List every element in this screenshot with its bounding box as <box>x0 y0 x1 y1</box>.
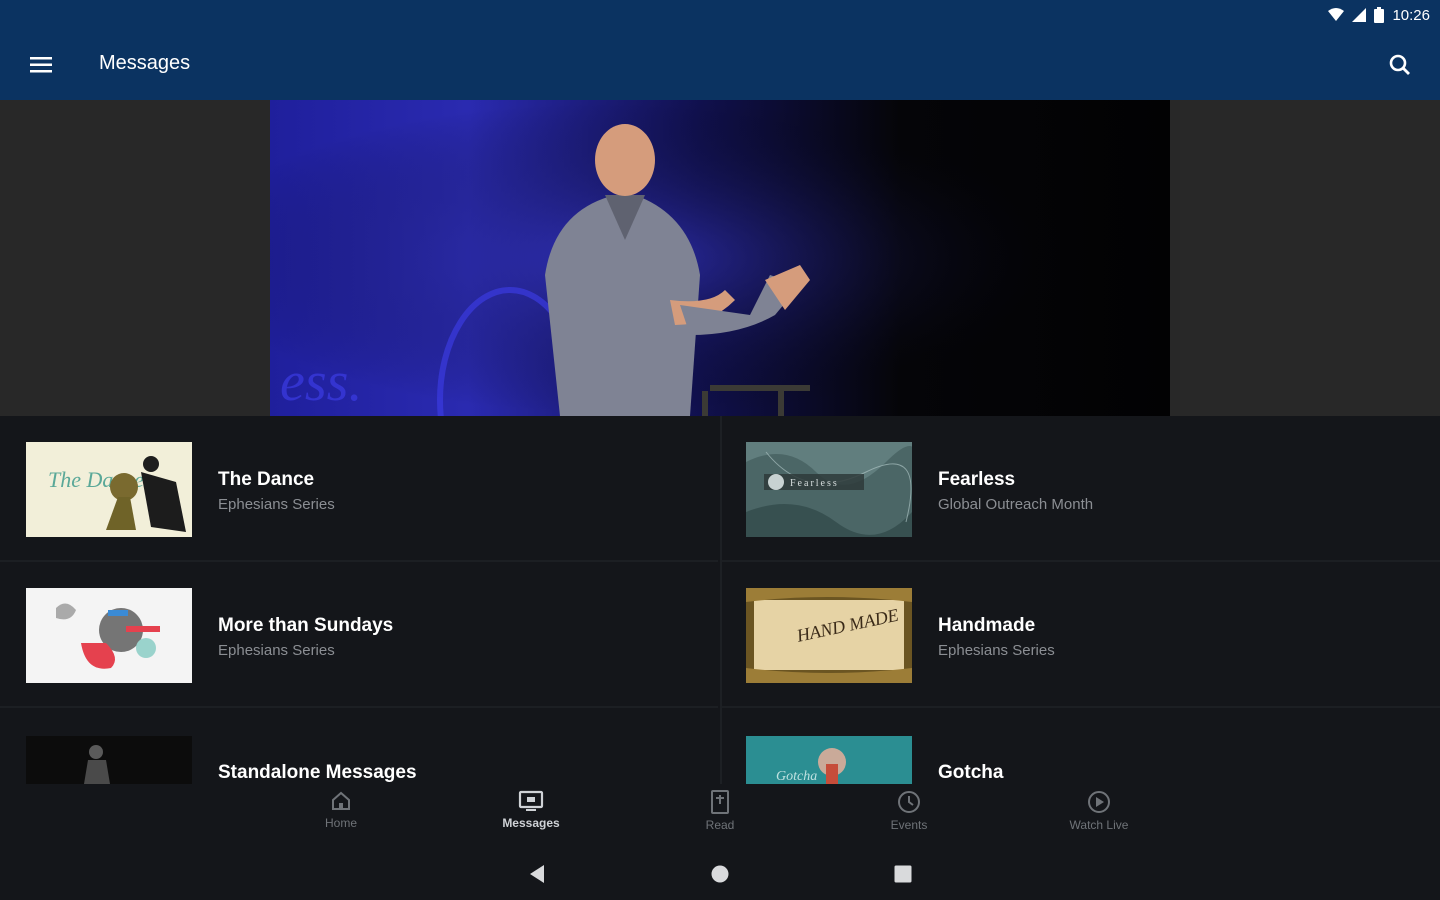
nav-label: Events <box>890 818 928 832</box>
item-subtitle: Ephesians Series <box>218 642 335 659</box>
item-title: Gotcha <box>938 762 1004 783</box>
item-subtitle: Global Outreach Month <box>938 496 1094 513</box>
thumb-logo-text: Gotcha <box>776 769 817 784</box>
recents-icon[interactable] <box>894 865 912 883</box>
nav-label: Watch Live <box>1069 818 1129 832</box>
status-bar: 10:26 <box>0 0 1440 30</box>
list-item[interactable]: Fearless Fearless Global Outreach Month <box>722 416 1440 562</box>
nav-messages[interactable]: Messages <box>471 790 591 830</box>
item-title: Fearless <box>938 469 1016 490</box>
app-bar: Messages <box>0 30 1440 100</box>
nav-home[interactable]: Home <box>281 790 401 830</box>
nav-read[interactable]: Read <box>660 790 780 832</box>
hero-image[interactable]: ess. <box>270 100 1170 416</box>
list-item[interactable]: HAND MADE Handmade Ephesians Series <box>722 562 1440 708</box>
search-button[interactable] <box>1384 50 1416 80</box>
series-thumbnail <box>26 588 192 683</box>
battery-icon <box>1374 7 1385 23</box>
item-title: More than Sundays <box>218 615 394 636</box>
item-subtitle: Ephesians Series <box>218 496 335 513</box>
home-icon <box>332 791 350 810</box>
list-item[interactable]: The Dance The Dance Ephesians Series <box>0 416 718 562</box>
hero-section: ess. <box>0 100 1440 416</box>
item-title: Handmade <box>938 615 1036 636</box>
nav-label: Messages <box>502 816 560 830</box>
series-thumbnail: Fearless <box>746 442 912 537</box>
tv-icon <box>518 790 544 811</box>
bible-icon <box>711 790 729 814</box>
item-title: Standalone Messages <box>218 762 417 783</box>
play-circle-icon <box>1088 791 1110 813</box>
menu-button[interactable] <box>26 50 56 80</box>
bottom-navigation: Home Messages Read Events Watch Live <box>0 784 1440 840</box>
back-icon[interactable] <box>528 864 546 884</box>
series-thumbnail: The Dance <box>26 442 192 537</box>
item-title: The Dance <box>218 469 315 490</box>
nav-label: Read <box>705 818 735 832</box>
nav-label: Home <box>324 816 357 830</box>
nav-events[interactable]: Events <box>849 790 969 832</box>
list-item[interactable]: Gotcha Gotcha <box>722 708 1440 784</box>
messages-list: The Dance The Dance Ephesians Series Fea… <box>0 416 1440 784</box>
system-navigation-bar <box>0 840 1440 900</box>
series-thumbnail <box>26 736 192 784</box>
series-thumbnail: HAND MADE <box>746 588 912 683</box>
series-thumbnail: Gotcha <box>746 736 912 784</box>
nav-watch-live[interactable]: Watch Live <box>1039 790 1159 832</box>
list-item[interactable]: Standalone Messages <box>0 708 718 784</box>
page-title: Messages <box>99 52 191 74</box>
clock-icon <box>898 791 920 813</box>
hamburger-icon <box>30 57 52 73</box>
svg-text:ess.: ess. <box>280 351 362 413</box>
home-circle-icon[interactable] <box>711 865 729 883</box>
search-icon <box>1389 54 1410 75</box>
cell-signal-icon <box>1352 8 1367 22</box>
thumb-logo-text: Fearless <box>790 478 839 489</box>
speaker-photo: ess. <box>270 100 1170 416</box>
status-time: 10:26 <box>1392 6 1430 24</box>
item-subtitle: Ephesians Series <box>938 642 1055 659</box>
wifi-icon <box>1328 8 1345 21</box>
list-item[interactable]: More than Sundays Ephesians Series <box>0 562 718 708</box>
